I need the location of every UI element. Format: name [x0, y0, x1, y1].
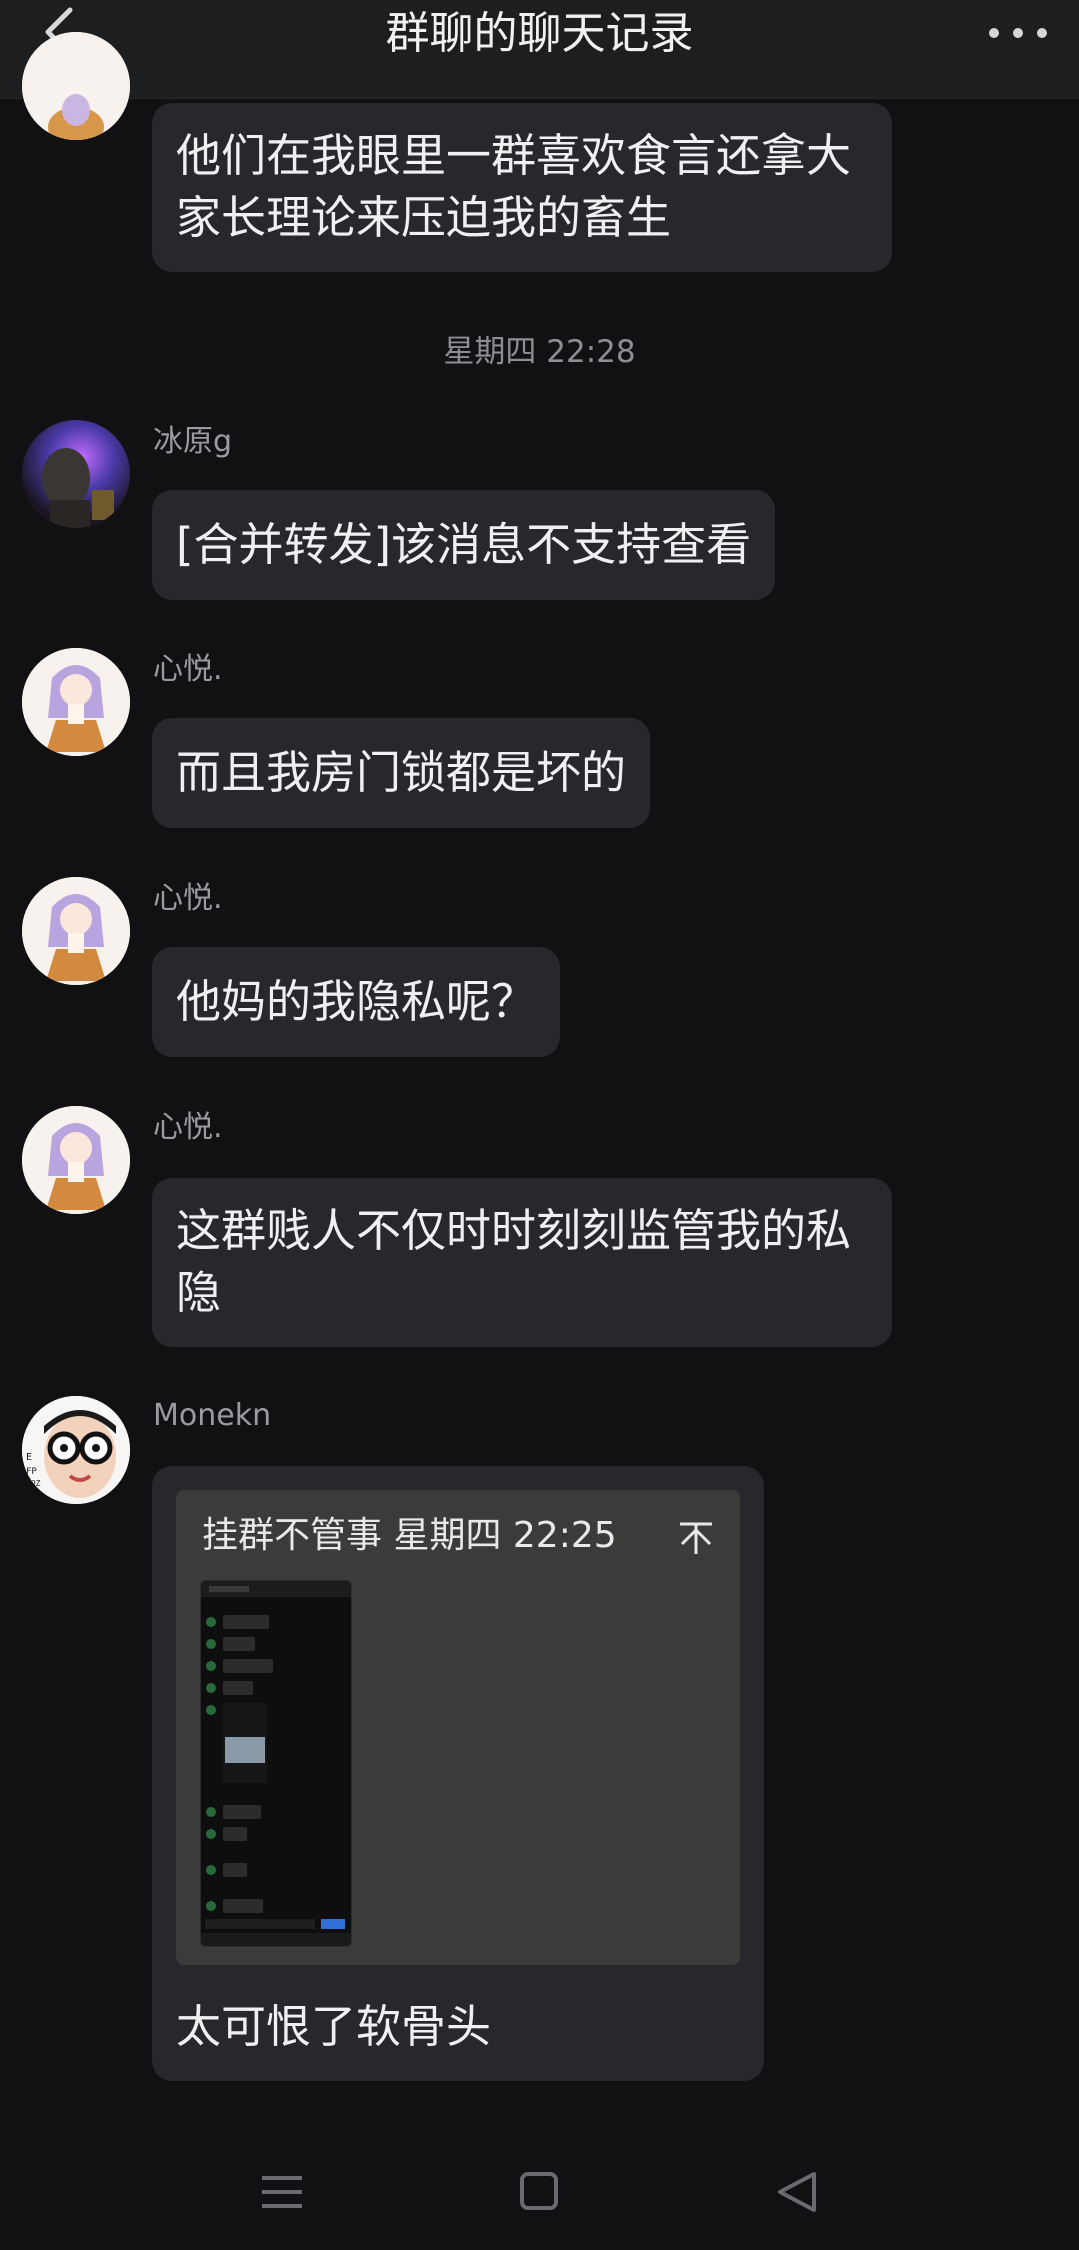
anime-avatar-image — [22, 1106, 130, 1214]
timestamp: 星期四 22:28 — [443, 334, 636, 370]
page-title: 群聊的聊天记录 — [385, 8, 694, 59]
home-button[interactable] — [510, 2164, 570, 2220]
anime-avatar-image — [22, 32, 130, 140]
more-button[interactable] — [985, 12, 1051, 52]
quoted-message-card[interactable]: 挂群不管事 星期四 22:25 — [176, 1490, 740, 1965]
menu-button[interactable] — [252, 2164, 312, 2220]
anime-avatar-image — [22, 877, 130, 985]
sender-name: 心悦. — [153, 652, 223, 687]
message-text: [合并转发]该消息不支持查看 — [176, 518, 752, 571]
svg-text:TOZ: TOZ — [26, 1479, 41, 1488]
sender-name: 心悦. — [153, 881, 223, 916]
avatar[interactable] — [22, 420, 130, 528]
sender-name: 心悦. — [153, 1110, 223, 1145]
home-square-icon — [520, 2172, 558, 2210]
message-text-line: 家长理论来压迫我的畜生 — [176, 191, 672, 244]
avatar[interactable] — [22, 1106, 130, 1214]
menu-icon — [262, 2176, 302, 2208]
avatar[interactable] — [22, 648, 130, 756]
thumbnail-image — [201, 1581, 351, 1946]
chat-header: 群聊的聊天记录 — [0, 0, 1079, 99]
message-text: 太可恨了软骨头 — [176, 2000, 492, 2053]
jump-to-top-icon — [680, 1522, 712, 1554]
message-text: 而且我房门锁都是坏的 — [176, 746, 627, 799]
avatar[interactable]: E FP TOZ — [22, 1396, 130, 1504]
message-bubble[interactable]: 他们在我眼里一群喜欢食言还拿大 家长理论来压迫我的畜生 — [152, 103, 892, 272]
anime-avatar-image — [22, 648, 130, 756]
statue-avatar-image — [22, 420, 130, 528]
message-text-line: 这群贱人不仅时时刻刻监管我的私 — [176, 1204, 852, 1257]
jump-to-top-button[interactable] — [676, 1510, 716, 1562]
avatar[interactable] — [22, 32, 130, 140]
chat-screenshot-thumbnail[interactable] — [200, 1580, 352, 1947]
message-bubble[interactable]: [合并转发]该消息不支持查看 — [152, 490, 776, 600]
sender-name: Monekn — [153, 1398, 272, 1433]
message-text-line: 隐 — [176, 1266, 222, 1319]
more-dots-icon — [989, 28, 999, 38]
avatar[interactable] — [22, 877, 130, 985]
svg-text:E: E — [26, 1452, 32, 1463]
back-triangle-icon — [778, 2172, 816, 2212]
glasses-face-avatar-image: E FP TOZ — [22, 1396, 130, 1504]
system-back-button[interactable] — [768, 2164, 828, 2220]
svg-text:FP: FP — [26, 1467, 37, 1477]
message-bubble[interactable]: 他妈的我隐私呢？ — [152, 947, 561, 1057]
system-nav-bar — [0, 2130, 1079, 2250]
message-text: 他妈的我隐私呢？ — [176, 975, 537, 1028]
message-bubble[interactable]: 挂群不管事 星期四 22:25 太可恨了软骨头 — [152, 1466, 764, 2081]
quote-header: 挂群不管事 星期四 22:25 — [202, 1515, 617, 1556]
message-bubble[interactable]: 而且我房门锁都是坏的 — [152, 718, 651, 828]
message-bubble[interactable]: 这群贱人不仅时时刻刻监管我的私 隐 — [152, 1178, 892, 1347]
sender-name: 冰原g — [153, 424, 233, 459]
message-text-line: 他们在我眼里一群喜欢食言还拿大 — [176, 129, 852, 182]
